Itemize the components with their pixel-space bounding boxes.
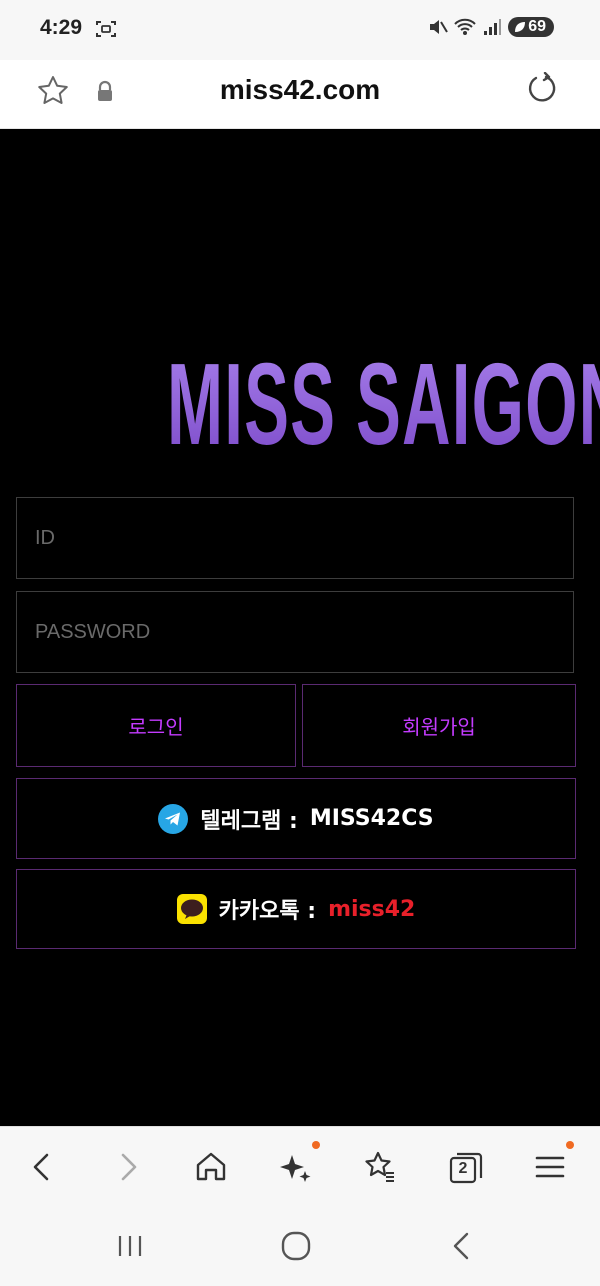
signup-button-label: 회원가입	[402, 715, 476, 739]
url-bar: miss42.com	[0, 60, 600, 129]
recent-apps-icon[interactable]	[112, 1228, 148, 1264]
id-field	[16, 497, 574, 579]
battery-indicator: 69	[508, 17, 554, 37]
password-field	[16, 591, 574, 673]
signup-button[interactable]: 회원가입	[302, 684, 576, 767]
site-logo: MISS SAIGON	[0, 337, 600, 471]
home-button-icon[interactable]	[278, 1228, 314, 1264]
status-icons: 69	[428, 17, 554, 37]
menu-icon[interactable]	[530, 1147, 570, 1187]
tabs-button[interactable]: 2	[446, 1147, 486, 1187]
forward-icon[interactable]	[108, 1147, 148, 1187]
kakaotalk-label: 카카오톡 :	[218, 899, 317, 924]
status-bar: 4:29 69	[0, 0, 600, 60]
system-nav-bar	[0, 1210, 600, 1286]
sparkle-badge	[312, 1141, 320, 1149]
sparkle-icon[interactable]	[276, 1147, 316, 1187]
bookmarks-icon[interactable]	[360, 1147, 400, 1187]
screenshot-icon	[96, 21, 116, 37]
reload-icon[interactable]	[526, 72, 558, 106]
battery-level: 69	[528, 18, 546, 35]
leaf-icon	[515, 22, 526, 32]
login-button[interactable]: 로그인	[16, 684, 296, 767]
logo-text: MISS SAIGON	[167, 337, 600, 471]
password-input[interactable]	[17, 592, 573, 672]
telegram-icon	[158, 803, 189, 834]
kakaotalk-icon	[176, 894, 207, 924]
web-page: MISS SAIGON 로그인 회원가입 텔레그램 : MISS42CS	[0, 129, 600, 1126]
browser-toolbar: 2	[0, 1126, 600, 1211]
system-back-icon[interactable]	[444, 1228, 480, 1264]
kakaotalk-id: miss42	[328, 896, 416, 922]
telegram-button[interactable]: 텔레그램 : MISS42CS	[16, 778, 576, 859]
mute-icon	[430, 20, 449, 34]
status-time: 4:29	[40, 16, 83, 39]
kakaotalk-button[interactable]: 카카오톡 : miss42	[16, 869, 576, 949]
id-input[interactable]	[17, 498, 573, 578]
telegram-label: 텔레그램 :	[200, 808, 298, 834]
telegram-id: MISS42CS	[309, 806, 434, 831]
login-button-label: 로그인	[128, 715, 184, 739]
wifi-icon	[454, 18, 476, 35]
home-icon[interactable]	[191, 1147, 231, 1187]
menu-badge	[566, 1141, 574, 1149]
url-text[interactable]: miss42.com	[0, 74, 600, 106]
tabs-count: 2	[458, 1160, 468, 1177]
signal-icon	[484, 19, 502, 35]
back-icon[interactable]	[22, 1147, 62, 1187]
